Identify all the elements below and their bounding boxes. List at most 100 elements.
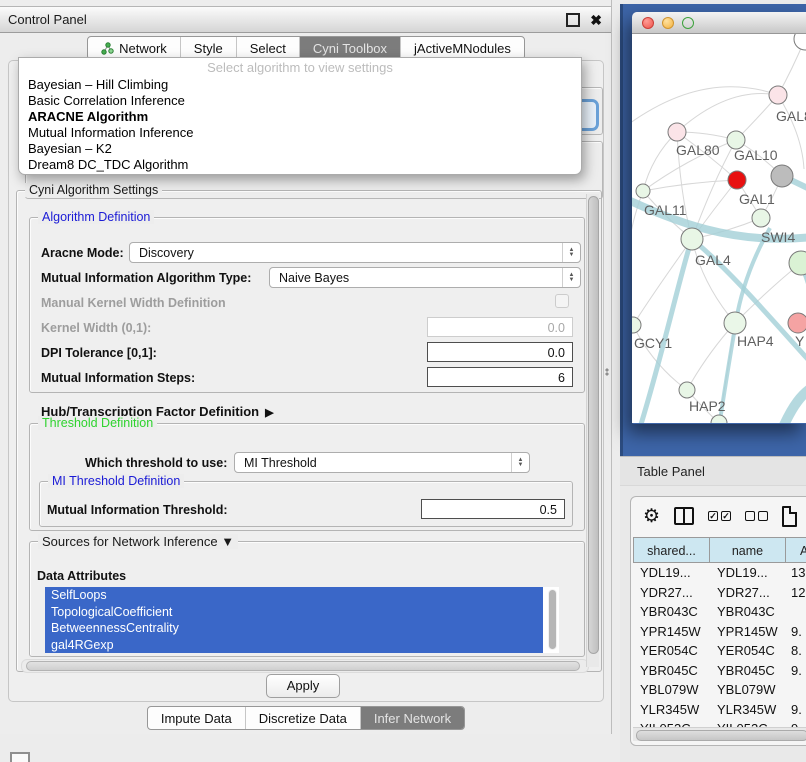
- mi-steps-label: Mutual Information Steps:: [41, 371, 195, 385]
- apply-button[interactable]: Apply: [266, 674, 340, 698]
- which-threshold-select[interactable]: MI Threshold ▲▼: [234, 452, 530, 473]
- node-bottom-partial[interactable]: [711, 415, 727, 423]
- zoom-window-icon[interactable]: [682, 17, 694, 29]
- tab-infer-network[interactable]: Infer Network: [360, 707, 464, 729]
- algorithm-option[interactable]: ARACNE Algorithm: [19, 109, 581, 125]
- tab-label: Discretize Data: [259, 711, 347, 726]
- node-unlabeled-top[interactable]: [794, 34, 806, 50]
- aracne-mode-select[interactable]: Discovery ▲▼: [129, 242, 581, 263]
- import-table-icon[interactable]: [782, 506, 797, 527]
- attribute-item[interactable]: BetweennessCentrality: [45, 620, 543, 637]
- dpi-tolerance-label: DPI Tolerance [0,1]:: [41, 346, 157, 360]
- table-cell: YLR345W: [633, 700, 710, 720]
- attribute-item[interactable]: SelfLoops: [45, 587, 543, 604]
- node-gal-partial[interactable]: [769, 86, 787, 104]
- node-gray-node[interactable]: [771, 165, 793, 187]
- list-scrollbar[interactable]: [548, 589, 557, 650]
- node-GAL11[interactable]: [636, 184, 650, 198]
- attribute-item[interactable]: TopologicalCoefficient: [45, 604, 543, 621]
- table-panel-title: Table Panel: [637, 464, 705, 479]
- node-GAL1[interactable]: [752, 209, 770, 227]
- settings-horizontal-scrollbar[interactable]: [21, 659, 589, 673]
- algorithm-option[interactable]: Basic Correlation Inference: [19, 93, 581, 109]
- mi-type-value: Naive Bayes: [279, 271, 349, 285]
- tab-jactivemnodules[interactable]: jActiveMNodules: [400, 37, 524, 59]
- table-cell: YLR345W: [710, 700, 786, 720]
- manual-kernel-checkbox[interactable]: [555, 294, 569, 308]
- float-window-icon[interactable]: [566, 13, 580, 27]
- tab-discretize-data[interactable]: Discretize Data: [245, 707, 360, 729]
- node-GAL4[interactable]: [681, 228, 703, 250]
- tab-cyni-toolbox[interactable]: Cyni Toolbox: [299, 37, 400, 59]
- table-cell: 9.: [786, 661, 806, 681]
- node-label-HAP2: HAP2: [689, 398, 726, 414]
- close-window-icon[interactable]: [642, 17, 654, 29]
- screen: Control Panel ✖ NetworkStyleSelectCyni T…: [0, 0, 806, 762]
- stepper-icon[interactable]: ▲▼: [562, 243, 580, 262]
- column-header[interactable]: name: [710, 537, 786, 563]
- which-threshold-label: Which threshold to use:: [85, 456, 227, 470]
- table-row[interactable]: YBL079WYBL079W: [633, 680, 806, 700]
- table-row[interactable]: YPR145WYPR145W9.: [633, 622, 806, 642]
- chevron-right-icon: ▶: [265, 407, 273, 419]
- column-header[interactable]: shared...: [633, 537, 710, 563]
- node-label-salmon-right: Y: [795, 333, 805, 349]
- table-row[interactable]: YBR045CYBR045C9.: [633, 661, 806, 681]
- table-row[interactable]: YDR27...YDR27...12: [633, 583, 806, 603]
- node-GAL80[interactable]: [668, 123, 686, 141]
- algorithm-option[interactable]: Dream8 DC_TDC Algorithm: [19, 157, 581, 173]
- node-GCY1[interactable]: [632, 317, 641, 333]
- tab-style[interactable]: Style: [180, 37, 236, 59]
- node-salmon-right[interactable]: [788, 313, 806, 333]
- table-row[interactable]: YBR043CYBR043C: [633, 602, 806, 622]
- table-toolbar: ⚙ ✓✓: [631, 497, 806, 535]
- table-cell: [786, 680, 806, 700]
- attribute-item[interactable]: gal4RGexp: [45, 637, 543, 654]
- panel-resize-handle[interactable]: [604, 367, 610, 377]
- algorithm-option[interactable]: Bayesian – K2: [19, 141, 581, 157]
- table-horizontal-scrollbar[interactable]: [633, 727, 806, 741]
- table-row[interactable]: YER054CYER054C8.: [633, 641, 806, 661]
- minimize-window-icon[interactable]: [662, 17, 674, 29]
- network-canvas[interactable]: GAL8GAL80GAL10GAL1GAL11SWI4GAL4GCY1HAP4Y…: [632, 34, 806, 423]
- sources-expander[interactable]: Sources for Network Inference ▼: [38, 534, 238, 549]
- stepper-icon[interactable]: ▲▼: [511, 453, 529, 472]
- stepper-icon[interactable]: ▲▼: [562, 268, 580, 287]
- mi-steps-field[interactable]: 6: [427, 367, 573, 387]
- select-all-icon[interactable]: ✓✓: [708, 511, 731, 521]
- node-HAP2[interactable]: [679, 382, 695, 398]
- node-table: shared...nameA YDL19...YDL19...13YDR27..…: [633, 537, 806, 739]
- mi-threshold-label: Mutual Information Threshold:: [47, 503, 228, 517]
- dpi-tolerance-field[interactable]: 0.0: [427, 342, 573, 362]
- data-attributes-label: Data Attributes: [37, 569, 126, 583]
- mi-type-select[interactable]: Naive Bayes ▲▼: [269, 267, 581, 288]
- settings-vertical-scrollbar[interactable]: [586, 194, 599, 667]
- node-red-node[interactable]: [728, 171, 746, 189]
- cyni-algorithm-settings-group: Cyni Algorithm Settings Algorithm Defini…: [16, 190, 602, 672]
- tab-network[interactable]: Network: [88, 37, 180, 59]
- node-HAP4[interactable]: [724, 312, 746, 334]
- data-attributes-list: SelfLoopsTopologicalCoefficientBetweenne…: [45, 587, 559, 653]
- mi-threshold-field[interactable]: 0.5: [421, 499, 565, 519]
- algorithm-option[interactable]: Bayesian – Hill Climbing: [19, 77, 581, 93]
- tab-select[interactable]: Select: [236, 37, 299, 59]
- table-cell: YBR043C: [710, 602, 786, 622]
- close-icon[interactable]: ✖: [590, 15, 602, 25]
- node-label-GCY1: GCY1: [634, 335, 672, 351]
- aracne-mode-value: Discovery: [139, 246, 194, 260]
- kernel-width-label: Kernel Width (0,1):: [41, 321, 151, 335]
- columns-icon[interactable]: [674, 507, 694, 525]
- column-header[interactable]: A: [786, 537, 806, 563]
- tab-impute-data[interactable]: Impute Data: [148, 707, 245, 729]
- table-cell: 13: [786, 563, 806, 583]
- table-row[interactable]: YDL19...YDL19...13: [633, 563, 806, 583]
- algorithm-option[interactable]: Mutual Information Inference: [19, 125, 581, 141]
- node-green-right[interactable]: [789, 251, 806, 275]
- kernel-width-field[interactable]: 0.0: [427, 317, 573, 337]
- table-row[interactable]: YLR345WYLR345W9.: [633, 700, 806, 720]
- deselect-all-icon[interactable]: [745, 511, 768, 521]
- mi-type-label: Mutual Information Algorithm Type:: [41, 271, 251, 285]
- node-label-HAP4: HAP4: [737, 333, 774, 349]
- gear-icon[interactable]: ⚙: [643, 507, 660, 526]
- aracne-mode-label: Aracne Mode:: [41, 246, 124, 260]
